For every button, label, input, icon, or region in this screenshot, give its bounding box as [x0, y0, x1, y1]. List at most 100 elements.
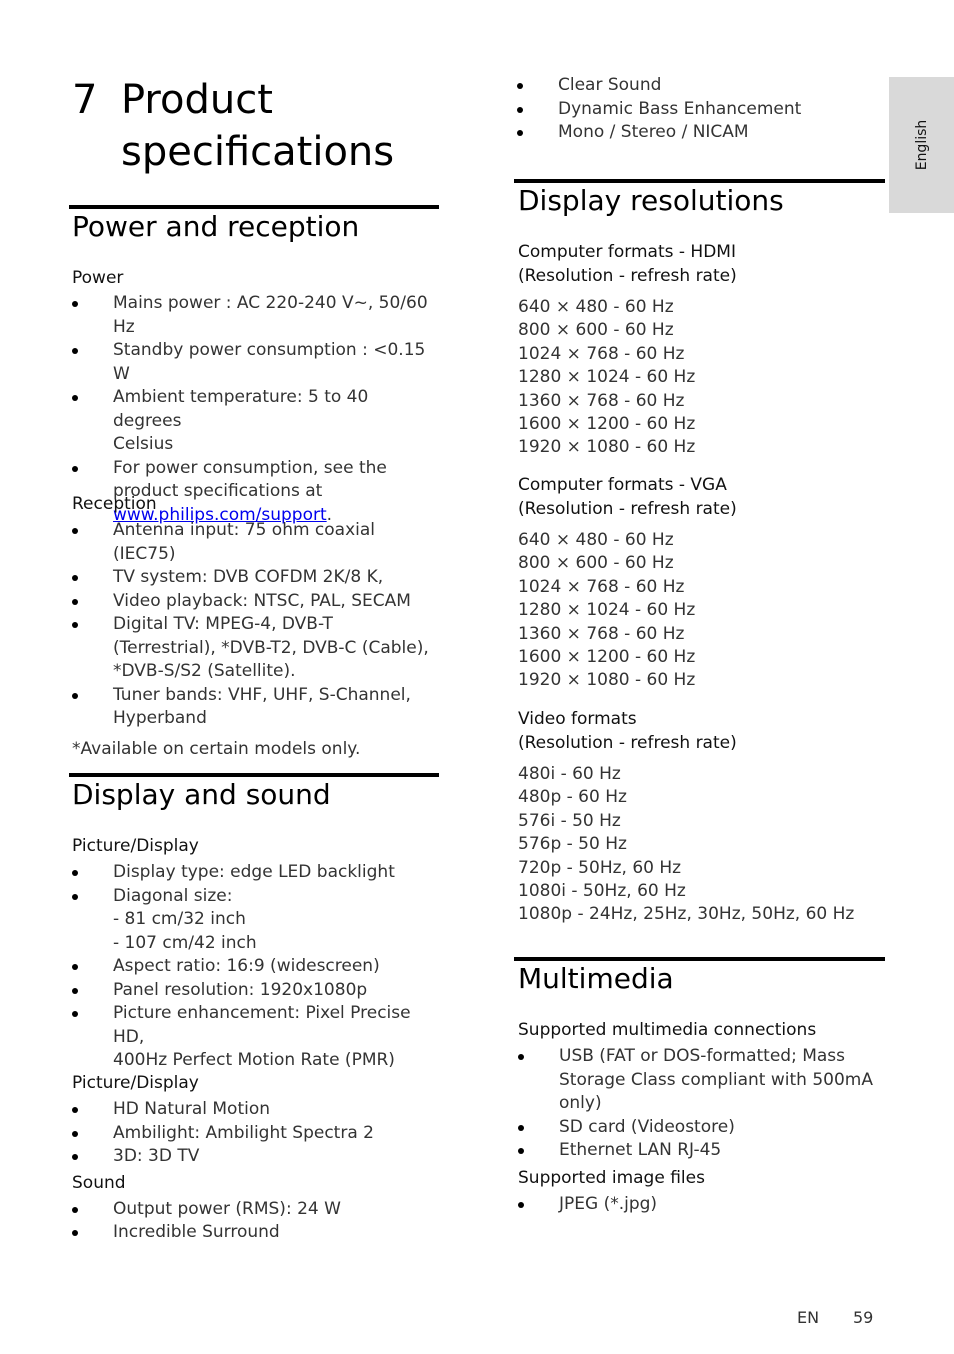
bullet-icon: [72, 964, 78, 970]
bullet-icon: [72, 575, 78, 581]
footnote: *Available on certain models only.: [72, 738, 361, 759]
vga-formats-block: Computer formats - VGA (Resolution - ref…: [518, 473, 878, 693]
bullet-icon: [72, 598, 78, 605]
subheading-video: Video formats: [518, 709, 637, 729]
picture-display-block-1: Picture/Display Display type: edge LED b…: [72, 834, 442, 1073]
list-item: USB (FAT or DOS-formatted; Mass Storage C…: [518, 1045, 878, 1116]
reception-list: Antenna input: 75 ohm coaxial (IEC75) TV…: [72, 519, 442, 731]
bullet-icon: [72, 622, 78, 628]
bullet-icon: [517, 130, 523, 136]
resolution-row: 640 × 480 - 60 Hz: [518, 297, 674, 317]
picture-display-block-2: Picture/Display HD Natural Motion Ambili…: [72, 1071, 442, 1245]
chapter-number: 7: [72, 77, 98, 123]
resolution-row: 1024 × 768 - 60 Hz: [518, 576, 685, 597]
subheading-image-files: Supported image files: [518, 1167, 705, 1188]
list-item: JPEG (*.jpg): [518, 1193, 878, 1217]
subheading-video-note: (Resolution - refresh rate): [518, 733, 737, 753]
bullet-icon: [518, 1201, 524, 1208]
bullet-icon: [72, 987, 78, 994]
list-item: Diagonal size: - 81 cm/32 inch - 107 cm/42…: [72, 885, 442, 956]
bullet-icon: [72, 870, 78, 876]
bullet-icon: [72, 465, 78, 472]
list-item: Clear Sound: [517, 74, 877, 98]
bullet-icon: [72, 1154, 78, 1160]
chapter-title: Product specifications: [121, 74, 451, 178]
vga-resolution-list: 640 × 480 - 60 Hz 800 × 600 - 60 Hz 1024 ×…: [518, 529, 878, 693]
resolution-row: 1080p - 24Hz, 25Hz, 30Hz, 50Hz, 60 Hz: [518, 904, 855, 925]
bullet-icon: [72, 1011, 78, 1017]
sound-list-part1: Output power (RMS): 24 W Incredible Surr…: [72, 1198, 442, 1245]
section-title-display-sound: Display and sound: [72, 778, 331, 811]
section-title-display-resolutions: Display resolutions: [518, 184, 784, 217]
resolution-row: 1600 × 1200 - 60 Hz: [518, 647, 696, 668]
resolution-row: 576p - 50 Hz: [518, 834, 627, 855]
resolution-row: 800 × 600 - 60 Hz: [518, 553, 674, 574]
list-item: TV system: DVB COFDM 2K/8 K,: [72, 566, 442, 590]
bullet-icon: [517, 106, 523, 113]
list-item: HD Natural Motion: [72, 1098, 442, 1122]
resolution-row: 576i - 50 Hz: [518, 810, 621, 831]
subheading-hdmi-note: (Resolution - refresh rate): [518, 266, 737, 286]
resolution-row: 800 × 600 - 60 Hz: [518, 320, 674, 341]
power-block: Power Mains power : AC 220-240 V~, 50/60…: [72, 266, 442, 527]
video-resolution-list: 480i - 60 Hz 480p - 60 Hz 576i - 50 Hz 576p…: [518, 763, 878, 927]
picture-display-list: HD Natural Motion Ambilight: Ambilight S…: [72, 1098, 442, 1169]
bullet-icon: [518, 1148, 524, 1154]
page-number: 59: [853, 1308, 874, 1327]
list-item: Standby power consumption : <0.15 W: [72, 339, 442, 386]
resolution-row: 1600 × 1200 - 60 Hz: [518, 414, 696, 435]
list-item: Digital TV: MPEG-4, DVB-T (Terrestrial), …: [72, 613, 442, 684]
resolution-row: 1280 × 1024 - 60 Hz: [518, 600, 696, 621]
list-item: Ambient temperature: 5 to 40 degrees Cels…: [72, 386, 442, 457]
subheading-hdmi: Computer formats - HDMI: [518, 242, 736, 262]
hdmi-formats-block: Computer formats - HDMI (Resolution - re…: [518, 240, 878, 460]
section-title-multimedia: Multimedia: [518, 962, 674, 995]
resolution-row: 1920 × 1080 - 60 Hz: [518, 670, 696, 691]
subheading-picture-display: Picture/Display: [72, 836, 199, 856]
list-item: Mono / Stereo / NICAM: [517, 121, 877, 145]
bullet-icon: [517, 83, 523, 89]
list-item: Aspect ratio: 16:9 (widescreen): [72, 955, 442, 979]
picture-display-list: Display type: edge LED backlight Diagona…: [72, 861, 442, 1073]
bullet-icon: [72, 893, 78, 900]
resolution-row: 480i - 60 Hz: [518, 764, 621, 784]
bullet-icon: [518, 1124, 524, 1131]
resolution-row: 1360 × 768 - 60 Hz: [518, 623, 685, 644]
connections-list: USB (FAT or DOS-formatted; Mass Storage C…: [518, 1045, 878, 1163]
list-item: Output power (RMS): 24 W: [72, 1198, 442, 1222]
bullet-icon: [72, 395, 78, 401]
bullet-icon: [72, 348, 78, 354]
reception-block: Reception Antenna input: 75 ohm coaxial …: [72, 492, 442, 761]
language-label: English: [913, 119, 930, 171]
bullet-icon: [72, 301, 78, 307]
resolution-row: 1080i - 50Hz, 60 Hz: [518, 881, 686, 902]
bullet-icon: [72, 1130, 78, 1137]
bullet-icon: [72, 528, 78, 534]
list-item: Incredible Surround: [72, 1221, 442, 1245]
bullet-icon: [518, 1054, 524, 1060]
list-item: 3D: 3D TV: [72, 1145, 442, 1169]
subheading-power: Power: [72, 268, 124, 288]
chapter-title-line2: specifications: [121, 129, 395, 175]
list-item: Antenna input: 75 ohm coaxial (IEC75): [72, 519, 442, 566]
list-item: Ambilight: Ambilight Spectra 2: [72, 1122, 442, 1146]
list-item: Panel resolution: 1920x1080p: [72, 979, 442, 1003]
image-files-list: JPEG (*.jpg): [518, 1193, 878, 1217]
list-item: Tuner bands: VHF, UHF, S-Channel, Hyperba…: [72, 684, 442, 731]
section-title-power-reception: Power and reception: [72, 210, 360, 243]
chapter-title-line1: Product: [121, 77, 273, 123]
resolution-row: 640 × 480 - 60 Hz: [518, 530, 674, 550]
subheading-connections: Supported multimedia connections: [518, 1020, 817, 1040]
list-item: Dynamic Bass Enhancement: [517, 98, 877, 122]
subheading-vga-note: (Resolution - refresh rate): [518, 499, 737, 519]
multimedia-block: Supported multimedia connections USB (FA…: [518, 1018, 878, 1216]
list-item: Picture enhancement: Pixel Precise HD, 40…: [72, 1002, 442, 1073]
subheading-picture-display: Picture/Display: [72, 1073, 199, 1093]
footer-language: EN: [797, 1308, 820, 1327]
video-formats-block: Video formats (Resolution - refresh rate…: [518, 707, 878, 927]
resolution-row: 1360 × 768 - 60 Hz: [518, 390, 685, 411]
resolution-row: 1920 × 1080 - 60 Hz: [518, 437, 696, 458]
bullet-icon: [72, 692, 78, 699]
subheading-sound: Sound: [72, 1172, 126, 1193]
list-item: Ethernet LAN RJ-45: [518, 1139, 878, 1163]
